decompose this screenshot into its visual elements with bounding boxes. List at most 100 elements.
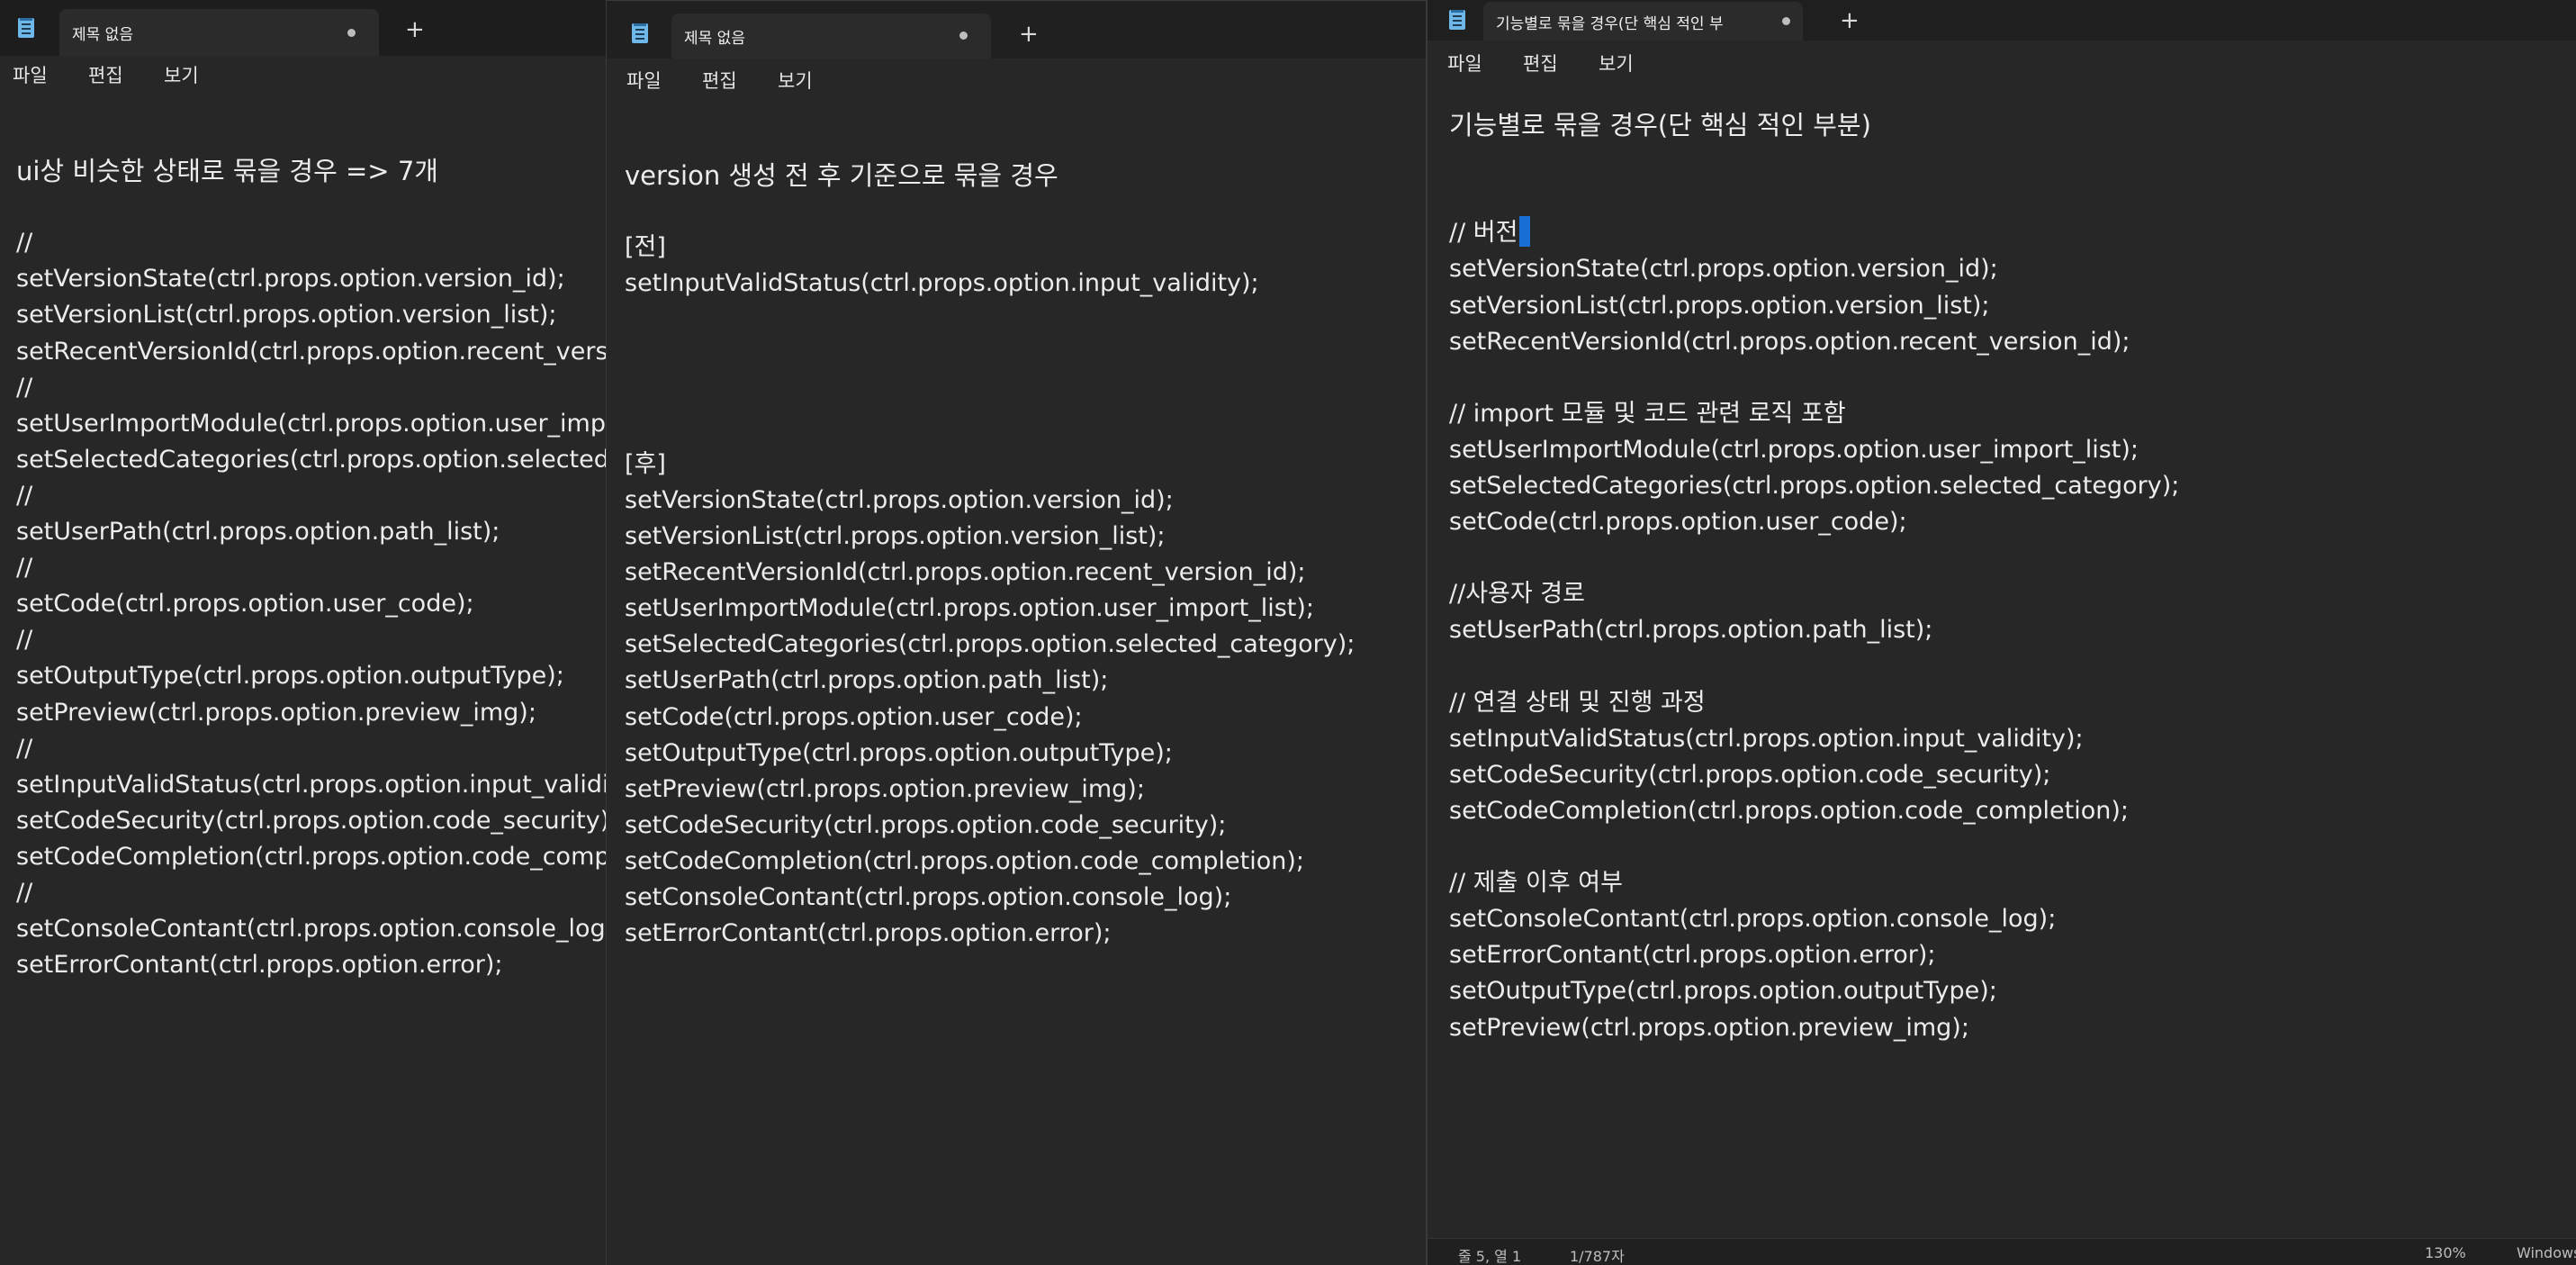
text-line: setCodeSecurity(ctrl.props.option.code_s… bbox=[625, 808, 1226, 844]
tab-title: 제목 없음 bbox=[684, 30, 745, 48]
text-line: setOutputType(ctrl.props.option.outputTy… bbox=[625, 736, 1173, 772]
text-line-content: setCode(ctrl.props.option.user_code); bbox=[1449, 508, 1907, 537]
text-line-content: setPreview(ctrl.props.option.preview_img… bbox=[1449, 1013, 1969, 1042]
text-line: setVersionState(ctrl.props.option.versio… bbox=[1449, 251, 1998, 287]
text-line-content: setVersionList(ctrl.props.option.version… bbox=[625, 522, 1166, 550]
text-line-content: setCodeSecurity(ctrl.props.option.code_s… bbox=[625, 810, 1227, 839]
text-line-content: setCode(ctrl.props.option.user_code); bbox=[16, 590, 474, 619]
text-line-content: version 생성 전 후 기준으로 묶을 경우 bbox=[625, 160, 1058, 191]
text-line-content: setErrorContant(ctrl.props.option.error)… bbox=[1449, 941, 1936, 970]
text-line: setCode(ctrl.props.option.user_code); bbox=[625, 700, 1083, 736]
tab-untitled[interactable]: 제목 없음 bbox=[671, 14, 991, 59]
text-line: setCode(ctrl.props.option.user_code); bbox=[1449, 504, 1907, 540]
text-line: setInputValidStatus(ctrl.props.option.in… bbox=[625, 266, 1259, 302]
text-line-content: setVersionState(ctrl.props.option.versio… bbox=[16, 265, 565, 294]
text-line-content: setConsoleContant(ctrl.props.option.cons… bbox=[16, 915, 608, 944]
text-line: setUserImportModule(ctrl.props.option.us… bbox=[16, 406, 608, 442]
menu-file[interactable]: 파일 bbox=[13, 61, 48, 88]
title-bar[interactable]: 기능별로 묶을 경우(단 핵심 적인 부 + bbox=[1428, 0, 2576, 41]
text-line: setRecentVersionId(ctrl.props.option.rec… bbox=[625, 555, 1305, 591]
menu-bar: 파일 편집 보기 bbox=[607, 59, 1426, 102]
editor-text-area[interactable]: version 생성 전 후 기준으로 묶을 경우 [전] setInputVali… bbox=[607, 102, 1426, 1265]
unsaved-dot-icon[interactable] bbox=[959, 32, 968, 40]
text-line-content: setVersionState(ctrl.props.option.versio… bbox=[625, 485, 1174, 514]
menu-view[interactable]: 보기 bbox=[164, 61, 199, 88]
text-line-content: setUserPath(ctrl.props.option.path_list)… bbox=[16, 518, 500, 546]
new-tab-plus-icon[interactable]: + bbox=[405, 18, 425, 41]
text-line: setConsoleContant(ctrl.props.option.cons… bbox=[625, 880, 1231, 916]
text-line-content: setPreview(ctrl.props.option.preview_img… bbox=[625, 774, 1145, 803]
text-line-content: setUserPath(ctrl.props.option.path_list)… bbox=[1449, 616, 1933, 645]
text-line: setCodeCompletion(ctrl.props.option.code… bbox=[1449, 793, 2129, 829]
text-line-content: [후] bbox=[625, 449, 666, 478]
text-line-content: setUserImportModule(ctrl.props.option.us… bbox=[16, 409, 608, 438]
text-line-content: setOutputType(ctrl.props.option.outputTy… bbox=[16, 662, 564, 691]
text-line: setRecentVersionId(ctrl.props.option.rec… bbox=[16, 334, 608, 370]
text-line: setUserPath(ctrl.props.option.path_list)… bbox=[16, 514, 500, 550]
zoom-level[interactable]: 130% bbox=[2425, 1244, 2466, 1261]
text-line: setSelectedCategories(ctrl.props.option.… bbox=[625, 627, 1355, 663]
text-line: // import 모듈 및 코드 관련 로직 포함 bbox=[1449, 396, 1846, 432]
text-line-content: setRecentVersionId(ctrl.props.option.rec… bbox=[625, 558, 1306, 587]
text-line-content: setSelectedCategories(ctrl.props.option.… bbox=[625, 630, 1356, 659]
menu-file[interactable]: 파일 bbox=[1447, 50, 1482, 77]
notepad-window-3: 기능별로 묶을 경우(단 핵심 적인 부 + 파일 편집 보기 기능별로 묶을 … bbox=[1426, 0, 2576, 1265]
text-line: setPreview(ctrl.props.option.preview_img… bbox=[625, 772, 1145, 808]
new-tab-plus-icon[interactable]: + bbox=[1019, 23, 1039, 46]
text-line-content: setCodeSecurity(ctrl.props.option.code_s… bbox=[16, 806, 608, 835]
text-line: // bbox=[16, 875, 32, 911]
editor-text-area[interactable]: 기능별로 묶을 경우(단 핵심 적인 부분) // 버전 setVersionSta… bbox=[1428, 86, 2576, 1238]
text-line: setOutputType(ctrl.props.option.outputTy… bbox=[1449, 973, 1997, 1009]
text-line: setInputValidStatus(ctrl.props.option.in… bbox=[1449, 721, 2084, 757]
menu-edit[interactable]: 편집 bbox=[702, 67, 737, 94]
unsaved-dot-icon[interactable] bbox=[347, 29, 356, 37]
text-line: setVersionList(ctrl.props.option.version… bbox=[625, 519, 1166, 555]
tab-title: 제목 없음 bbox=[72, 26, 133, 44]
text-line: // 버전 bbox=[1449, 215, 1531, 251]
text-line-content: setErrorContant(ctrl.props.option.error)… bbox=[625, 919, 1112, 948]
text-line: setErrorContant(ctrl.props.option.error)… bbox=[625, 916, 1111, 952]
text-line: setSelectedCategories(ctrl.props.option.… bbox=[1449, 468, 2179, 504]
menu-bar: 파일 편집 보기 bbox=[1428, 41, 2576, 86]
new-tab-plus-icon[interactable]: + bbox=[1840, 9, 1860, 32]
text-line-content: setConsoleContant(ctrl.props.option.cons… bbox=[625, 883, 1232, 911]
title-bar[interactable]: 제목 없음 + bbox=[607, 1, 1426, 59]
menu-bar: 파일 편집 보기 bbox=[0, 56, 608, 101]
notepad-icon bbox=[18, 18, 34, 38]
text-line: setVersionState(ctrl.props.option.versio… bbox=[625, 483, 1174, 519]
text-line: setErrorContant(ctrl.props.option.error)… bbox=[16, 947, 502, 983]
menu-view[interactable]: 보기 bbox=[1599, 50, 1634, 77]
cursor-position: 줄 5, 열 1 bbox=[1458, 1248, 1522, 1265]
line-ending[interactable]: Windows bbox=[2517, 1244, 2576, 1261]
text-line-content: setSelectedCategories(ctrl.props.option.… bbox=[16, 445, 608, 474]
text-line-content: setVersionState(ctrl.props.option.versio… bbox=[1449, 255, 1998, 284]
menu-file[interactable]: 파일 bbox=[626, 67, 662, 94]
menu-view[interactable]: 보기 bbox=[778, 67, 813, 94]
text-line: // 연결 상태 및 진행 과정 bbox=[1449, 685, 1706, 721]
text-line-content: //사용자 경로 bbox=[1449, 580, 1585, 609]
tab-feature-grouping[interactable]: 기능별로 묶을 경우(단 핵심 적인 부 bbox=[1483, 2, 1803, 41]
text-line-content: setPreview(ctrl.props.option.preview_img… bbox=[16, 698, 536, 727]
tab-untitled[interactable]: 제목 없음 bbox=[59, 9, 379, 56]
text-line: version 생성 전 후 기준으로 묶을 경우 bbox=[625, 158, 1058, 194]
unsaved-dot-icon[interactable] bbox=[1782, 17, 1790, 25]
text-line-content: setCodeSecurity(ctrl.props.option.code_s… bbox=[1449, 760, 2051, 789]
text-line-content: setInputValidStatus(ctrl.props.option.in… bbox=[625, 269, 1259, 298]
text-line-content: setCodeCompletion(ctrl.props.option.code… bbox=[16, 842, 608, 871]
text-line: // bbox=[16, 225, 32, 261]
text-line: setUserPath(ctrl.props.option.path_list)… bbox=[1449, 612, 1932, 648]
text-cursor-selection bbox=[1519, 216, 1531, 248]
text-line: //사용자 경로 bbox=[1449, 576, 1585, 612]
text-line-content: setCode(ctrl.props.option.user_code); bbox=[625, 702, 1083, 731]
text-line: setCodeSecurity(ctrl.props.option.code_s… bbox=[1449, 757, 2050, 793]
text-line-content: // bbox=[16, 481, 33, 510]
editor-text-area[interactable]: ui상 비슷한 상태로 묶을 경우 => 7개 // setVersionState… bbox=[0, 101, 608, 1265]
text-line: setVersionList(ctrl.props.option.version… bbox=[16, 297, 557, 333]
notepad-window-2: 제목 없음 + 파일 편집 보기 version 생성 전 후 기준으로 묶을 … bbox=[606, 0, 1427, 1265]
title-bar[interactable]: 제목 없음 + bbox=[0, 0, 608, 56]
menu-edit[interactable]: 편집 bbox=[1523, 50, 1558, 77]
text-line: setOutputType(ctrl.props.option.outputTy… bbox=[16, 658, 564, 694]
text-line: setUserImportModule(ctrl.props.option.us… bbox=[1449, 432, 2139, 468]
text-line: // bbox=[16, 622, 32, 658]
menu-edit[interactable]: 편집 bbox=[88, 61, 123, 88]
